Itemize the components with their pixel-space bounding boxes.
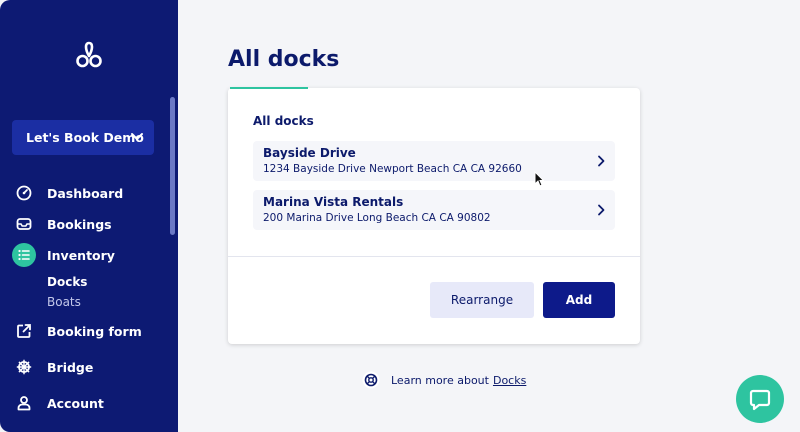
sidebar-item-bookings[interactable]: Bookings [12,212,112,236]
learn-more-text: Learn more about [391,373,489,387]
page-title: All docks [228,47,340,72]
organization-select[interactable]: Let's Book Demo [12,120,154,155]
chevron-right-icon [598,204,605,216]
brand-logo-icon[interactable] [74,40,104,70]
card-divider [228,256,640,257]
sidebar-item-label: Account [47,395,104,411]
learn-more: Learn more about Docks [362,371,526,389]
add-button[interactable]: Add [543,282,615,318]
sidebar-item-label: Bridge [47,359,94,375]
sidebar-subitem-docks[interactable]: Docks [47,275,87,289]
sidebar-item-label: Bookings [47,216,112,232]
chevron-down-icon [131,133,143,140]
dock-row-marina-vista-rentals[interactable]: Marina Vista Rentals 200 Marina Drive Lo… [253,190,615,230]
external-link-icon [12,319,36,343]
inbox-icon [12,212,36,236]
help-chat-button[interactable] [736,375,784,423]
active-tab-indicator [230,87,308,89]
dock-address: 1234 Bayside Drive Newport Beach CA CA 9… [263,163,522,175]
dock-address: 200 Marina Drive Long Beach CA CA 90802 [263,212,491,224]
app-window: Let's Book Demo Dashboard Bookings Inven… [0,0,800,432]
sidebar-item-label: Booking form [47,323,142,339]
organization-name: Let's Book Demo [26,130,144,145]
docks-help-link[interactable]: Docks [493,374,526,387]
rearrange-button[interactable]: Rearrange [430,282,534,318]
sidebar-scrollbar[interactable] [170,97,175,235]
mouse-cursor-icon [534,171,544,187]
sidebar-item-label: Dashboard [47,185,124,201]
chat-icon [749,389,771,411]
sidebar-item-label: Inventory [47,247,115,263]
sidebar-item-booking-form[interactable]: Booking form [12,319,142,343]
user-icon [12,391,36,415]
dock-name: Bayside Drive [263,146,356,160]
section-title: All docks [253,114,314,128]
ship-wheel-icon [12,355,36,379]
sidebar-item-account[interactable]: Account [12,391,104,415]
sidebar-item-inventory[interactable]: Inventory [12,243,115,267]
sidebar-item-bridge[interactable]: Bridge [12,355,93,379]
sidebar-subitem-boats[interactable]: Boats [47,295,81,309]
sidebar-item-dashboard[interactable]: Dashboard [12,181,123,205]
list-icon [12,243,36,267]
dock-row-bayside-drive[interactable]: Bayside Drive 1234 Bayside Drive Newport… [253,141,615,181]
lifebuoy-icon [362,371,380,389]
sidebar: Let's Book Demo Dashboard Bookings Inven… [0,0,178,432]
dock-name: Marina Vista Rentals [263,195,404,209]
docks-card: All docks Bayside Drive 1234 Bayside Dri… [228,87,640,344]
speedometer-icon [12,181,36,205]
chevron-right-icon [598,155,605,167]
